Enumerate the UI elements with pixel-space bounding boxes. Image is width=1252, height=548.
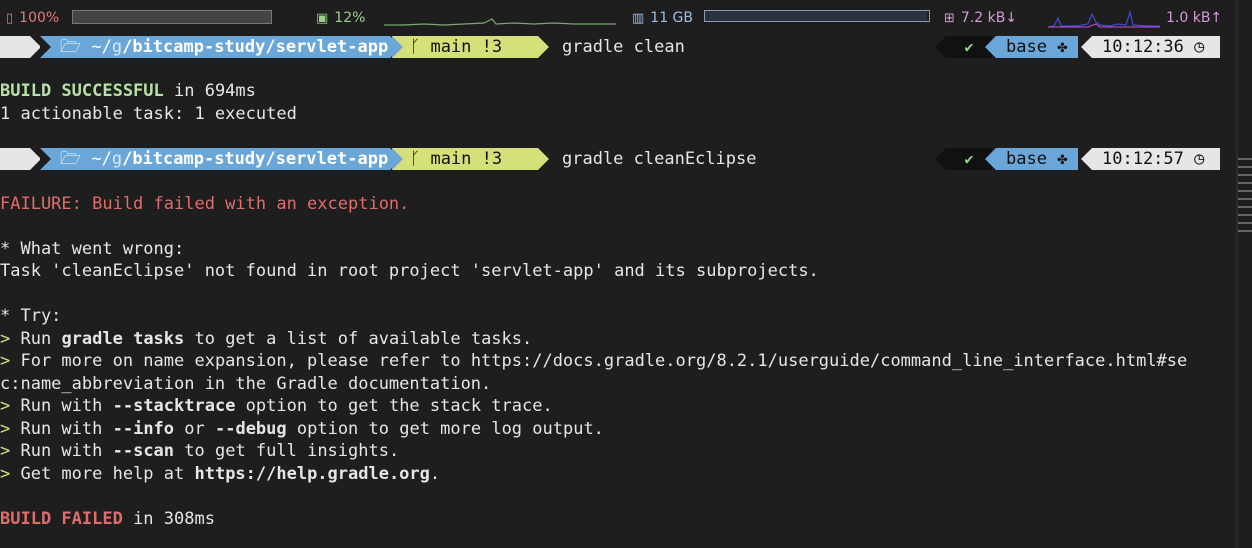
output-line: Task 'cleanEclipse' not found in root pr… (0, 261, 819, 281)
text-span: or (174, 419, 215, 439)
text-span: option to get more log output. (286, 419, 604, 439)
arrow-marker: > (0, 329, 21, 349)
output-line: > Run gradle tasks to get a list of avai… (0, 328, 532, 350)
build-failed-text: BUILD FAILED (0, 509, 123, 529)
text-span: --info (112, 419, 175, 439)
text-span: --stacktrace (112, 396, 236, 416)
clock-icon: ◷ (1194, 37, 1205, 57)
network-indicator: ⊞ 7.2 kB↓ (944, 8, 1017, 28)
prompt-time: 10:12:57 ◷ (1081, 148, 1220, 170)
folder-icon: 🗁 (60, 149, 82, 169)
arrow-marker: > (0, 351, 21, 371)
git-branch-icon: ᚴ (410, 37, 421, 57)
terminal-scrollbar[interactable] (1236, 0, 1252, 548)
conda-env-label: base (1006, 37, 1047, 57)
text-span: --debug (214, 419, 287, 439)
arrow-marker: > (0, 464, 21, 484)
failure-message: FAILURE: Build failed with an exception. (0, 194, 410, 214)
memory-indicator: ▥ 11 GB (632, 8, 693, 28)
path-prefix: ~/ (91, 37, 112, 57)
conda-env-label: base (1006, 149, 1047, 169)
cpu-usage-graph (384, 18, 616, 26)
git-branch-icon: ᚴ (410, 149, 421, 169)
build-successful-text: BUILD SUCCESSFUL (0, 81, 164, 101)
git-branch: main !3 (430, 37, 503, 57)
terminal-window[interactable]: 🗁 ~/g/bitcamp-study/servlet-app ᚴ main !… (0, 36, 1236, 548)
text-span: Run with (20, 396, 113, 416)
path-abbrev: g (111, 37, 123, 57)
output-line: * Try: (0, 306, 62, 326)
build-duration: in 308ms (122, 509, 215, 529)
output-line: BUILD FAILED in 308ms (0, 508, 215, 530)
battery-level-bar (72, 10, 272, 24)
prompt-git-status: ᚴ main !3 (392, 36, 549, 58)
help-link: https://help.gradle.org (194, 464, 430, 484)
text-span: Get more help at (20, 464, 195, 484)
shell-prompt: 🗁 ~/g/bitcamp-study/servlet-app ᚴ main !… (0, 148, 1220, 170)
network-up-indicator: 1.0 kB↑ (1166, 8, 1222, 28)
output-line: > Run with --scan to get full insights. (0, 440, 399, 462)
output-line: > Run with --info or --debug option to g… (0, 418, 604, 440)
scrollbar-thumb[interactable] (1238, 158, 1252, 238)
network-down-value: 7.2 kB↓ (960, 10, 1018, 26)
arrow-marker: > (0, 419, 21, 439)
prompt-time: 10:12:36 ◷ (1081, 36, 1220, 58)
time-label: 10:12:57 (1102, 149, 1184, 169)
text-span: For more on name expansion, please refer… (20, 351, 1188, 371)
python-icon: ✤ (1057, 149, 1068, 169)
output-line: BUILD SUCCESSFUL in 694ms (0, 80, 256, 102)
output-line: * What went wrong: (0, 239, 185, 259)
prompt-directory: 🗁 ~/g/bitcamp-study/servlet-app (40, 36, 401, 58)
output-line: c:name_abbreviation in the Gradle docume… (0, 374, 492, 394)
path-prefix: ~/ (91, 149, 112, 169)
text-span: . (429, 464, 441, 484)
text-span: Run (20, 329, 62, 349)
prompt-directory: 🗁 ~/g/bitcamp-study/servlet-app (40, 148, 401, 170)
arrow-marker: > (0, 441, 21, 461)
output-line: > Run with --stacktrace option to get th… (0, 395, 553, 417)
path-abbrev: g (111, 149, 123, 169)
clock-icon: ◷ (1194, 149, 1205, 169)
conda-env: base ✤ (985, 36, 1078, 58)
network-up-value: 1.0 kB↑ (1166, 10, 1223, 26)
time-label: 10:12:36 (1102, 37, 1184, 57)
memory-usage-bar (704, 10, 930, 22)
path-main: /bitcamp-study/servlet-app (122, 37, 389, 57)
cpu-indicator: ▣ 12% (316, 8, 365, 28)
apple-icon (0, 36, 41, 58)
text-span: Run with (20, 419, 113, 439)
prompt-git-status: ᚴ main !3 (392, 148, 549, 170)
apple-icon (0, 148, 41, 170)
battery-icon: ▯ (6, 10, 14, 26)
cpu-icon: ▣ (316, 10, 329, 26)
git-branch: main !3 (430, 149, 503, 169)
command-text: gradle clean (562, 37, 685, 57)
text-span: --scan (112, 441, 175, 461)
memory-value: 11 GB (650, 10, 694, 26)
output-line: 1 actionable task: 1 executed (0, 104, 297, 124)
cpu-value: 12% (334, 10, 366, 26)
command-text: gradle cleanEclipse (562, 149, 757, 169)
shell-prompt: 🗁 ~/g/bitcamp-study/servlet-app ᚴ main !… (0, 36, 1220, 58)
text-span: to get full insights. (174, 441, 400, 461)
output-line: > For more on name expansion, please ref… (0, 350, 1187, 372)
battery-indicator: ▯ 100% (6, 8, 59, 28)
text-span: Run with (20, 441, 113, 461)
text-span: gradle tasks (61, 329, 185, 349)
system-status-bar: ▯ 100% ▣ 12% ▥ 11 GB ⊞ 7.2 kB↓ 1.0 kB↑ (0, 0, 1236, 36)
output-line: > Get more help at https://help.gradle.o… (0, 463, 440, 485)
python-icon: ✤ (1057, 37, 1068, 57)
arrow-marker: > (0, 396, 21, 416)
battery-value: 100% (19, 10, 60, 26)
build-duration: in 694ms (163, 81, 256, 101)
network-icon: ⊞ (944, 10, 955, 26)
text-span: to get a list of available tasks. (184, 329, 533, 349)
folder-icon: 🗁 (60, 37, 82, 57)
conda-env: base ✤ (985, 148, 1078, 170)
memory-icon: ▥ (632, 10, 645, 26)
text-span: option to get the stack trace. (235, 396, 553, 416)
path-main: /bitcamp-study/servlet-app (122, 149, 389, 169)
network-activity-graph (1048, 9, 1160, 28)
